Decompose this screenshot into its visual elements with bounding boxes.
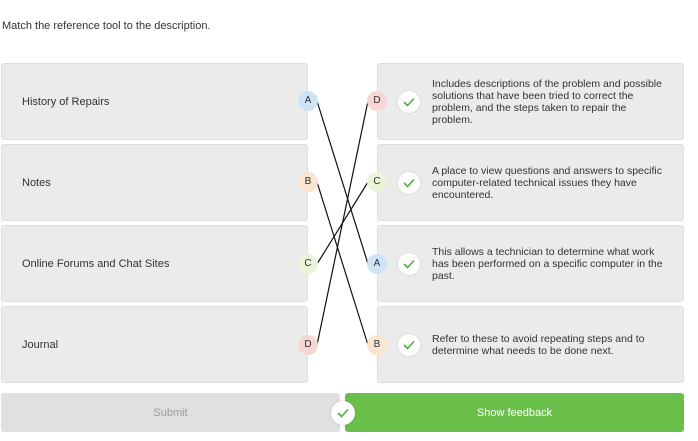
connector-line-d [316,100,369,346]
right-badge-b[interactable]: B [367,335,387,355]
left-badge-a[interactable]: A [298,91,318,111]
check-icon [331,401,355,425]
left-badge-c[interactable]: C [298,254,318,274]
right-badge-a[interactable]: A [367,254,387,274]
right-badge-c[interactable]: C [367,172,387,192]
left-badge-d[interactable]: D [298,335,318,355]
submit-button[interactable]: Submit [1,393,340,432]
connector-line-a [316,100,369,265]
show-feedback-button[interactable]: Show feedback [345,393,684,432]
connector-lines [316,100,369,346]
left-badge-b[interactable]: B [298,172,318,192]
right-badge-d[interactable]: D [367,91,387,111]
connector-line-b [316,181,369,346]
